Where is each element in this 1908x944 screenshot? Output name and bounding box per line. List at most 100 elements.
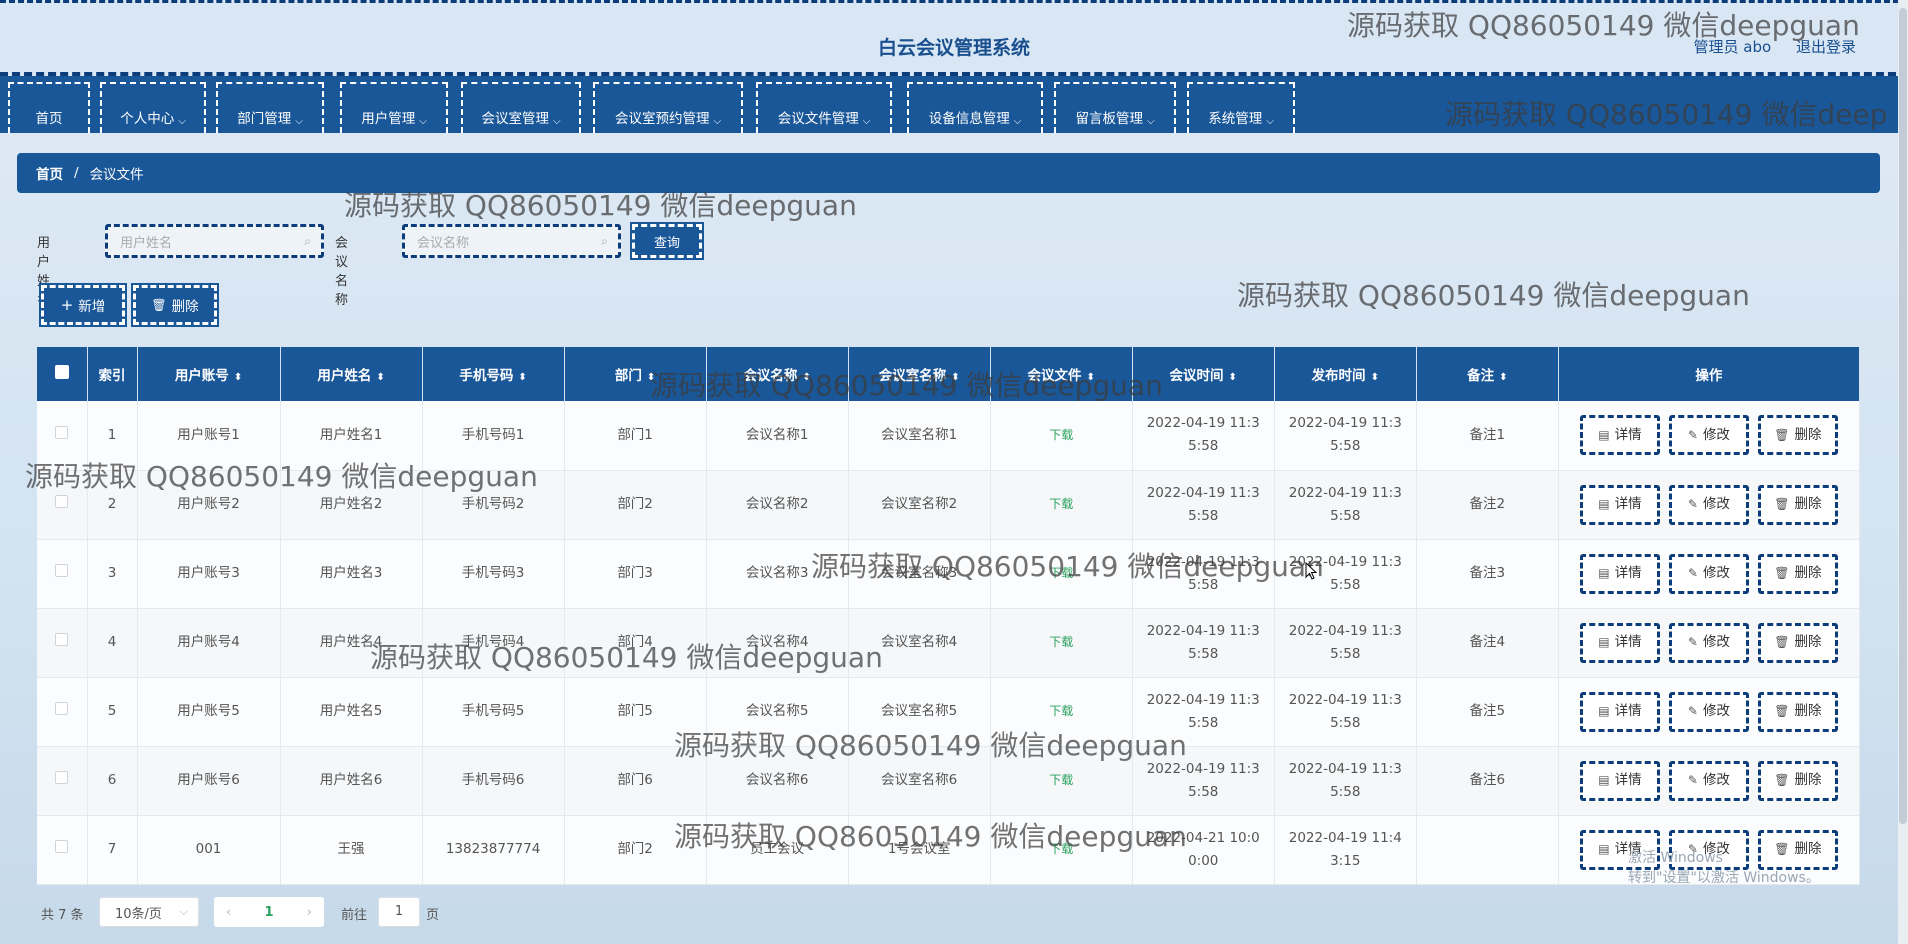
user-name-input[interactable]: 用户姓名 ⌕ xyxy=(105,224,324,258)
page-buttons: ‹ 1 › xyxy=(214,897,324,927)
meeting-time-line: 5:58 xyxy=(1188,507,1219,524)
cell-room-name: 1号会议室 xyxy=(848,815,991,885)
delete-button[interactable]: 🗑 删除 xyxy=(1757,553,1838,594)
nav-equipment[interactable]: 设备信息管理 ⌵ xyxy=(907,82,1043,133)
goto-page-input[interactable]: 1 xyxy=(378,897,420,927)
cell-meeting-time: 2022-04-19 11:3 5:58 xyxy=(1132,746,1275,816)
chevron-down-icon: ⌵ xyxy=(179,905,188,918)
meeting-name-input[interactable]: 会议名称 ⌕ xyxy=(402,224,621,258)
edit-button[interactable]: ✎ 修改 xyxy=(1668,415,1749,456)
sort-icon: ⬍ xyxy=(646,372,656,383)
meeting-time-line: 5:58 xyxy=(1188,783,1219,800)
delete-button[interactable]: 🗑 删除 xyxy=(1757,484,1838,525)
download-link[interactable]: 下载 xyxy=(1049,497,1073,511)
nav-meeting-room[interactable]: 会议室管理 ⌵ xyxy=(461,82,581,133)
detail-button[interactable]: ▤ 详情 xyxy=(1579,691,1660,732)
detail-button[interactable]: ▤ 详情 xyxy=(1579,622,1660,663)
download-link[interactable]: 下载 xyxy=(1049,704,1073,718)
cell-name: 用户姓名6 xyxy=(280,746,423,816)
download-link[interactable]: 下载 xyxy=(1049,428,1073,442)
detail-label: 详情 xyxy=(1614,565,1642,581)
column-header[interactable]: 部门 ⬍ xyxy=(564,347,707,401)
row-checkbox[interactable] xyxy=(37,677,88,747)
row-checkbox[interactable] xyxy=(37,470,88,540)
delete-button[interactable]: 🗑 删除 xyxy=(1757,622,1838,663)
delete-button[interactable]: 🗑 删除 xyxy=(1757,760,1838,801)
delete-button[interactable]: 🗑 删除 xyxy=(1757,691,1838,732)
vertical-scrollbar[interactable] xyxy=(1898,0,1908,944)
cell-index: 5 xyxy=(87,677,138,747)
publish-time-line: 2022-04-19 11:3 xyxy=(1288,622,1402,639)
cell-remark: 备注1 xyxy=(1416,401,1559,471)
batch-delete-button[interactable]: 🗑 删除 xyxy=(131,283,219,327)
publish-time-line: 5:58 xyxy=(1330,645,1361,662)
page-size-value: 10条/页 xyxy=(115,906,162,922)
scrollbar-thumb[interactable] xyxy=(1899,8,1907,824)
column-header[interactable]: 用户姓名 ⬍ xyxy=(280,347,423,401)
nav-meeting-files[interactable]: 会议文件管理 ⌵ xyxy=(756,82,892,133)
download-link[interactable]: 下载 xyxy=(1049,566,1073,580)
breadcrumb-home[interactable]: 首页 xyxy=(36,163,63,183)
prev-page-icon[interactable]: ‹ xyxy=(226,905,231,920)
column-header[interactable]: 会议文件 ⬍ xyxy=(990,347,1133,401)
cell-publish-time: 2022-04-19 11:3 5:58 xyxy=(1274,470,1417,540)
detail-button[interactable]: ▤ 详情 xyxy=(1579,484,1660,525)
nav-message-board[interactable]: 留言板管理 ⌵ xyxy=(1054,82,1176,133)
pencil-icon: ✎ xyxy=(1687,704,1698,718)
detail-button[interactable]: ▤ 详情 xyxy=(1579,760,1660,801)
sort-icon: ⬍ xyxy=(233,372,243,383)
next-page-icon[interactable]: › xyxy=(307,905,312,920)
column-header[interactable]: 备注 ⬍ xyxy=(1416,347,1559,401)
nav-label: 会议室管理 xyxy=(481,111,549,127)
column-header[interactable]: 会议名称 ⬍ xyxy=(706,347,849,401)
cell-publish-time: 2022-04-19 11:3 5:58 xyxy=(1274,608,1417,678)
column-header[interactable]: 会议室名称 ⬍ xyxy=(848,347,991,401)
add-button[interactable]: + 新增 xyxy=(39,283,127,327)
row-checkbox[interactable] xyxy=(37,815,88,885)
chevron-down-icon: ⌵ xyxy=(862,116,871,127)
row-checkbox[interactable] xyxy=(37,608,88,678)
delete-label: 删除 xyxy=(1794,565,1822,581)
detail-button[interactable]: ▤ 详情 xyxy=(1579,415,1660,456)
nav-system[interactable]: 系统管理 ⌵ xyxy=(1187,82,1295,133)
column-header[interactable]: 手机号码 ⬍ xyxy=(422,347,565,401)
admin-user-label[interactable]: 管理员 abo xyxy=(1694,38,1772,56)
publish-time-line: 5:58 xyxy=(1330,507,1361,524)
edit-button[interactable]: ✎ 修改 xyxy=(1668,553,1749,594)
column-header[interactable]: 发布时间 ⬍ xyxy=(1274,347,1417,401)
watermark-text: 源码获取 QQ86050149 微信deepguan xyxy=(1237,279,1750,312)
logout-link[interactable]: 退出登录 xyxy=(1796,38,1856,56)
page-size-select[interactable]: 10条/页 ⌵ xyxy=(99,897,199,927)
select-all-checkbox[interactable] xyxy=(37,347,88,401)
cell-account: 用户账号5 xyxy=(137,677,281,747)
edit-button[interactable]: ✎ 修改 xyxy=(1668,484,1749,525)
query-button[interactable]: 查询 xyxy=(630,222,704,260)
nav-room-booking[interactable]: 会议室预约管理 ⌵ xyxy=(593,82,743,133)
current-page[interactable]: 1 xyxy=(264,905,273,920)
column-header[interactable]: 会议时间 ⬍ xyxy=(1132,347,1275,401)
row-checkbox[interactable] xyxy=(37,746,88,816)
edit-button[interactable]: ✎ 修改 xyxy=(1668,622,1749,663)
download-link[interactable]: 下载 xyxy=(1049,842,1073,856)
nav-label: 部门管理 xyxy=(237,111,292,127)
column-header[interactable]: 用户账号 ⬍ xyxy=(137,347,281,401)
cell-meeting-name: 会议名称5 xyxy=(706,677,849,747)
trash-icon: 🗑 xyxy=(1774,427,1790,442)
detail-button[interactable]: ▤ 详情 xyxy=(1579,553,1660,594)
edit-button[interactable]: ✎ 修改 xyxy=(1668,760,1749,801)
meeting-files-table: 索引 用户账号 ⬍ 用户姓名 ⬍ 手机号码 ⬍ 部门 ⬍ 会议名称 ⬍ 会议室名称 ⬍ 会议… xyxy=(37,347,1861,885)
download-link[interactable]: 下载 xyxy=(1049,773,1073,787)
edit-button[interactable]: ✎ 修改 xyxy=(1668,691,1749,732)
delete-button[interactable]: 🗑 删除 xyxy=(1757,415,1838,456)
nav-department[interactable]: 部门管理 ⌵ xyxy=(216,82,324,133)
nav-personal-center[interactable]: 个人中心 ⌵ xyxy=(100,82,206,133)
row-checkbox[interactable] xyxy=(37,539,88,609)
cell-file: 下载 xyxy=(990,470,1133,540)
row-checkbox[interactable] xyxy=(37,401,88,471)
cell-actions: ▤ 详情 ✎ 修改 🗑 删除 xyxy=(1558,470,1861,540)
chevron-down-icon: ⌵ xyxy=(1013,116,1022,127)
publish-time-line: 2022-04-19 11:3 xyxy=(1288,484,1402,501)
download-link[interactable]: 下载 xyxy=(1049,635,1073,649)
nav-user[interactable]: 用户管理 ⌵ xyxy=(340,82,448,133)
nav-home[interactable]: 首页 xyxy=(8,82,90,133)
